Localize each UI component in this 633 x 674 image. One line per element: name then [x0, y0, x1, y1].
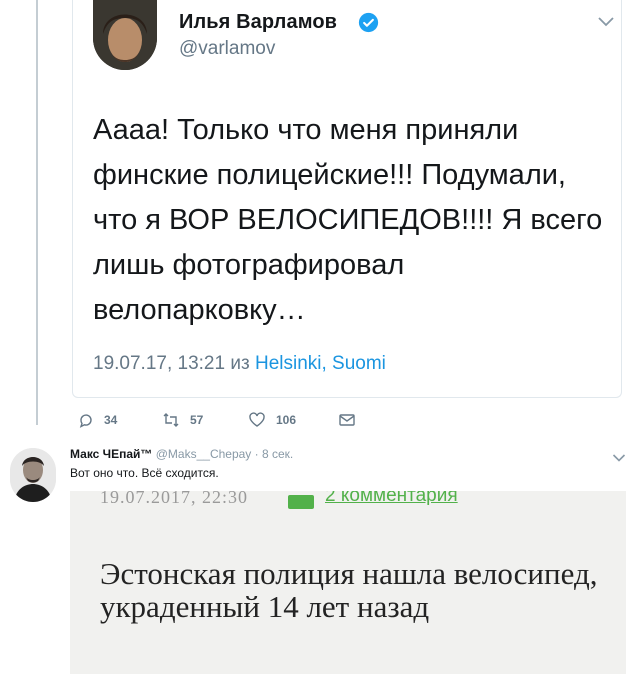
- tweet-text: Аааа! Только что меня приняли финские по…: [93, 114, 603, 326]
- reply-author-handle[interactable]: @Maks__Chepay: [156, 447, 252, 461]
- news-date: 19.07.2017, 22:30: [100, 491, 249, 507]
- reply-author-name[interactable]: Макс ЧЕпай™: [70, 447, 152, 461]
- comment-icon: [288, 495, 314, 509]
- thread-line: [36, 0, 38, 425]
- reply-button[interactable]: 34: [78, 412, 117, 428]
- reply-time[interactable]: 8 сек.: [262, 447, 293, 461]
- reply-text: Вот оно что. Всё сходится.: [70, 466, 219, 480]
- reply-header: Макс ЧЕпай™ @Maks__Chepay · 8 сек.: [70, 447, 293, 461]
- from-label: из: [230, 353, 250, 374]
- news-headline: Эстонская полиция нашла велосипед, украд…: [100, 556, 598, 624]
- chevron-down-icon[interactable]: [597, 16, 615, 28]
- like-button[interactable]: 106: [248, 412, 296, 428]
- tweet-meta: 19.07.17, 13:21 из Helsinki, Suomi: [93, 353, 386, 375]
- verified-badge-icon: [358, 12, 379, 33]
- quoted-tweet-card[interactable]: Илья Варламов @varlamov Аааа! Только что…: [72, 0, 622, 398]
- reply-icon: [79, 414, 92, 428]
- news-comments-link: 2 комментария: [325, 491, 458, 506]
- reply-count: 34: [104, 413, 118, 427]
- retweet-count: 57: [190, 413, 204, 427]
- author-handle[interactable]: @varlamov: [179, 38, 275, 60]
- retweet-icon: [163, 413, 179, 427]
- message-icon: [339, 414, 355, 426]
- embedded-news-image[interactable]: 19.07.2017, 22:30 2 комментария Эстонска…: [70, 491, 626, 674]
- like-count: 106: [276, 413, 297, 427]
- author-name[interactable]: Илья Варламов: [179, 11, 337, 34]
- message-button[interactable]: [338, 412, 356, 428]
- author-avatar[interactable]: [93, 0, 157, 70]
- tweet-location-link[interactable]: Helsinki, Suomi: [255, 353, 386, 374]
- reply-separator: ·: [254, 447, 259, 461]
- chevron-down-icon[interactable]: [612, 453, 626, 463]
- tweet-date[interactable]: 19.07.17, 13:21: [93, 353, 225, 374]
- retweet-button[interactable]: 57: [162, 412, 203, 428]
- like-icon: [249, 412, 265, 427]
- reply-avatar[interactable]: [10, 448, 56, 502]
